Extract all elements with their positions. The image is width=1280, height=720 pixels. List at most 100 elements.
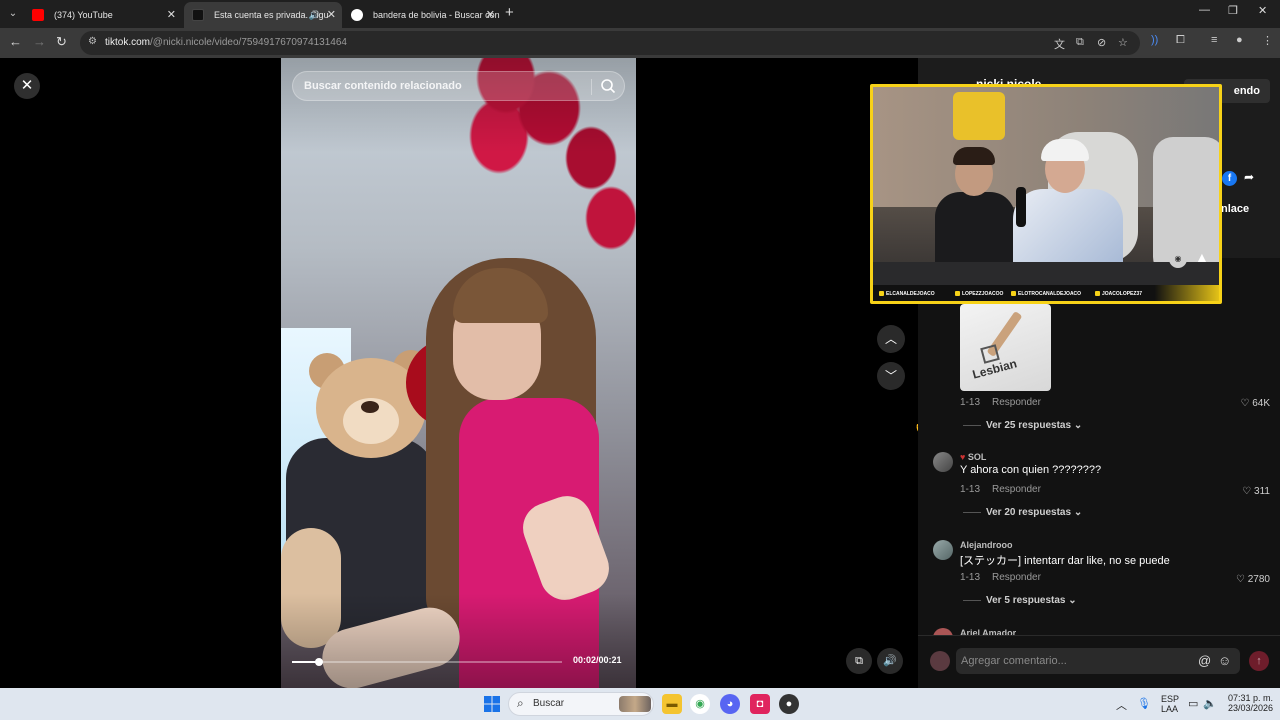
comment-username[interactable]: ♥ SOL xyxy=(960,452,986,462)
copy-link-button[interactable]: nlace xyxy=(1221,203,1249,215)
microphone-icon[interactable]: 🎙 xyxy=(1137,697,1151,710)
pip-person-right-cap xyxy=(1041,139,1089,161)
comment-date: 1-13 xyxy=(960,572,981,583)
extension-icon[interactable]: )) xyxy=(1151,34,1158,46)
like-count: 2780 xyxy=(1247,574,1270,585)
view-replies-button[interactable]: Ver 5 respuestas ⌄ xyxy=(963,595,1077,606)
view-replies-button[interactable]: Ver 25 respuestas ⌄ xyxy=(963,420,1082,431)
eye-off-icon[interactable]: ⊘ xyxy=(1097,36,1106,49)
reload-icon[interactable]: ↻ xyxy=(56,34,67,50)
tab-search-chevron-icon[interactable]: ⌄ xyxy=(4,5,22,23)
mini-player-icon[interactable]: ⧉ xyxy=(846,648,872,674)
url-text: tiktok.com/@nicki.nicole/video/759491767… xyxy=(105,31,347,55)
video-progress-bar[interactable] xyxy=(292,658,562,666)
username-text: SOL xyxy=(967,452,987,462)
replies-divider xyxy=(963,511,981,513)
stream-ticker: ELCANALDEJOACO LOPEZZJOACOO ELOTROCANALD… xyxy=(873,285,1219,301)
comment-like[interactable]: ♡ 64K xyxy=(1240,398,1270,409)
comment-like[interactable]: ♡ 2780 xyxy=(1236,574,1270,585)
google-icon xyxy=(351,9,363,21)
search-icon: ⌕ xyxy=(517,696,524,710)
comment-placeholder: Agregar comentario... xyxy=(961,655,1067,667)
comment-text: [ステッカー] intentarr dar like, no se puede xyxy=(960,555,1170,567)
close-viewer-button[interactable]: ✕ xyxy=(14,73,40,99)
stream-logo-icon: ◉ xyxy=(1169,250,1187,268)
emoji-icon[interactable]: ☺ xyxy=(1218,653,1231,668)
close-tab-icon[interactable]: ✕ xyxy=(167,2,176,28)
tab-bar: ⌄ (374) YouTube ✕ Esta cuenta es privada… xyxy=(0,0,1280,28)
replies-label: Ver 25 respuestas xyxy=(986,420,1072,431)
obs-icon[interactable]: ● xyxy=(779,694,799,714)
tab-tiktok[interactable]: Esta cuenta es privada. Sigu 🔊 ✕ xyxy=(184,2,342,28)
close-tab-icon[interactable]: ✕ xyxy=(486,2,495,28)
pip-hanging-shirt xyxy=(953,92,1005,140)
previous-video-button[interactable]: ︿ xyxy=(877,325,905,353)
clock[interactable]: 07:31 p. m. 23/03/2026 xyxy=(1228,693,1273,713)
bookmark-star-icon[interactable]: ☆ xyxy=(1118,36,1128,49)
media-control-icon[interactable]: ≡ xyxy=(1211,34,1217,46)
speaker-icon[interactable]: 🔈 xyxy=(1203,697,1217,710)
taskbar-search[interactable]: ⌕ Buscar xyxy=(508,692,654,716)
network-icon[interactable]: ▭ xyxy=(1188,697,1198,710)
video-player[interactable]: Buscar contenido relacionado 00:02/00:21 xyxy=(281,58,636,688)
comment-meta: 1-13 Responder xyxy=(960,484,1041,495)
adidas-logo-icon: ▲ xyxy=(1195,249,1209,265)
pip-gaming-chair xyxy=(1153,137,1219,277)
video-shade xyxy=(281,58,636,688)
search-placeholder: Buscar contenido relacionado xyxy=(304,80,462,92)
site-info-icon[interactable]: ⚙ xyxy=(88,36,97,47)
clock-date: 23/03/2026 xyxy=(1228,703,1274,713)
profile-avatar-icon[interactable]: ● xyxy=(1236,34,1243,46)
mention-icon[interactable]: @ xyxy=(1198,653,1211,668)
tab-title: (374) YouTube xyxy=(54,10,113,20)
cast-icon[interactable]: ⧉ xyxy=(1076,36,1084,49)
language-indicator[interactable]: ESP LAA xyxy=(1161,694,1179,714)
pip-person-left-hair xyxy=(953,147,995,165)
related-search-input[interactable]: Buscar contenido relacionado xyxy=(292,71,625,101)
forward-arrow-icon[interactable]: → xyxy=(33,34,46,49)
facebook-share-icon[interactable]: f xyxy=(1222,171,1237,186)
comment-meta: 1-13 Responder xyxy=(960,397,1041,408)
search-highlight-image xyxy=(619,696,651,712)
share-arrow-icon[interactable]: ➦ xyxy=(1244,170,1254,184)
reply-button[interactable]: Responder xyxy=(992,484,1041,495)
avatar[interactable] xyxy=(933,540,953,560)
speaker-icon[interactable]: 🔊 xyxy=(309,2,320,28)
next-video-button[interactable]: ﹀ xyxy=(877,362,905,390)
chrome-icon[interactable]: ◉ xyxy=(690,694,710,714)
stream-pip-overlay[interactable]: ◉ ▲ ELCANALDEJOACO LOPEZZJOACOO ELOTROCA… xyxy=(870,84,1222,304)
minimize-button[interactable]: — xyxy=(1199,4,1210,16)
comment-like[interactable]: ♡ 311 xyxy=(1242,486,1270,497)
tab-google[interactable]: bandera de bolivia - Buscar con ✕ xyxy=(343,2,501,28)
close-tab-icon[interactable]: ✕ xyxy=(327,2,336,28)
back-arrow-icon[interactable]: ← xyxy=(9,34,22,49)
progress-handle[interactable] xyxy=(315,658,323,666)
file-explorer-icon[interactable]: ▬ xyxy=(662,694,682,714)
send-comment-button[interactable]: ↑ xyxy=(1249,651,1269,671)
tab-title: bandera de bolivia - Buscar con xyxy=(373,10,500,20)
puzzle-icon[interactable]: ⧠ xyxy=(1176,34,1185,47)
restore-button[interactable]: ❐ xyxy=(1228,4,1238,17)
comment-date: 1-13 xyxy=(960,397,981,408)
url-field[interactable]: ⚙ tiktok.com/@nicki.nicole/video/7594917… xyxy=(80,31,1140,55)
keyboard-layout: LAA xyxy=(1161,704,1179,714)
reply-button[interactable]: Responder xyxy=(992,397,1041,408)
windows-start-icon[interactable] xyxy=(484,696,500,712)
url-path: /@nicki.nicole/video/7594917670974131464 xyxy=(150,37,347,48)
tab-youtube[interactable]: (374) YouTube ✕ xyxy=(24,2,182,28)
comment-username[interactable]: Alejandrooo xyxy=(960,540,1013,550)
comment-input[interactable]: Agregar comentario... @ ☺ xyxy=(956,648,1240,674)
comment-sticker-image[interactable]: Lesbian xyxy=(960,304,1051,391)
search-icon[interactable] xyxy=(600,78,616,94)
show-hidden-icons[interactable]: ︿ xyxy=(1116,697,1127,713)
reply-button[interactable]: Responder xyxy=(992,572,1041,583)
translate-icon[interactable]: 文 xyxy=(1054,36,1065,52)
more-menu-icon[interactable]: ⋮ xyxy=(1262,34,1273,47)
volume-icon[interactable]: 🔊 xyxy=(877,648,903,674)
new-tab-button[interactable]: + xyxy=(505,4,514,21)
close-window-button[interactable]: ✕ xyxy=(1258,4,1267,17)
avatar[interactable] xyxy=(933,452,953,472)
discord-icon[interactable]: ◕ xyxy=(720,694,740,714)
app-icon[interactable]: ◘ xyxy=(750,694,770,714)
view-replies-button[interactable]: Ver 20 respuestas ⌄ xyxy=(963,507,1082,518)
